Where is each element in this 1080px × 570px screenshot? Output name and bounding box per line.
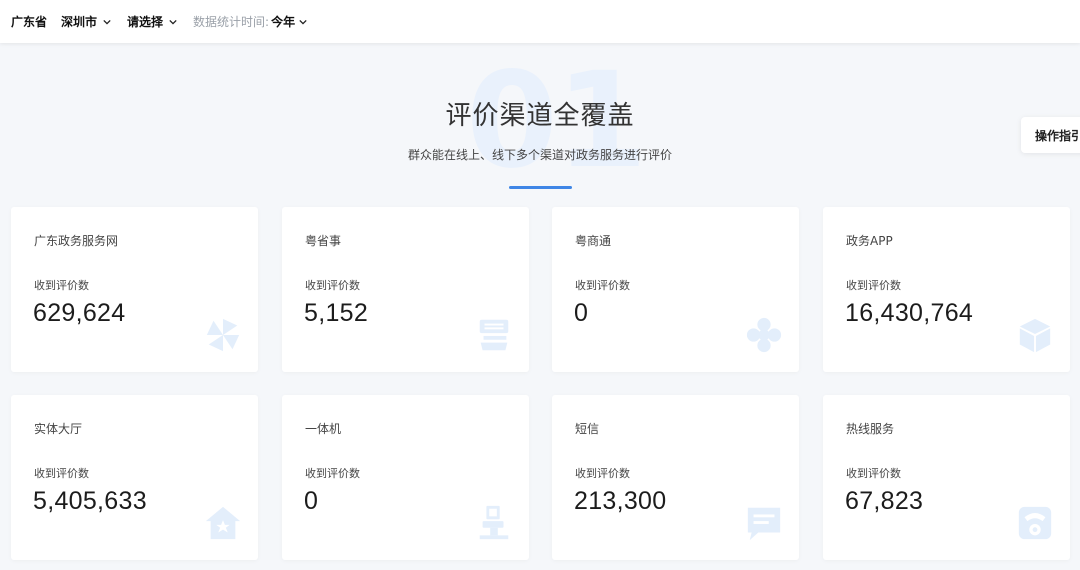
- channel-card[interactable]: 粤商通 收到评价数 0: [552, 207, 799, 372]
- kiosk-icon: [479, 505, 509, 540]
- review-count: 0: [574, 299, 589, 327]
- yue-app-icon: [479, 319, 509, 351]
- section-header: 01 评价渠道全覆盖 群众能在线上、线下多个渠道对政务服务进行评价: [0, 43, 1080, 203]
- channel-name: 短信: [575, 422, 600, 436]
- chevron-down-icon: [169, 19, 177, 25]
- count-caption: 收到评价数: [34, 467, 89, 480]
- pinwheel-icon: [206, 318, 240, 352]
- chevron-down-icon: [103, 19, 111, 25]
- province-label: 广东省: [11, 15, 48, 29]
- review-count: 5,152: [304, 299, 369, 327]
- channel-name: 一体机: [305, 422, 342, 436]
- count-caption: 收到评价数: [305, 279, 360, 292]
- cube-icon: [1019, 318, 1051, 353]
- telephone-icon: [1018, 506, 1052, 540]
- channel-card[interactable]: 粤省事 收到评价数 5,152: [282, 207, 529, 372]
- channel-card[interactable]: 政务APP 收到评价数 16,430,764: [823, 207, 1070, 372]
- count-caption: 收到评价数: [575, 279, 630, 292]
- message-icon: [747, 507, 781, 541]
- channel-card[interactable]: 热线服务 收到评价数 67,823: [823, 395, 1070, 560]
- section-title: 评价渠道全覆盖: [445, 101, 635, 131]
- review-count: 67,823: [845, 487, 924, 515]
- count-caption: 收到评价数: [34, 279, 89, 292]
- channel-card[interactable]: 短信 收到评价数 213,300: [552, 395, 799, 560]
- review-count: 629,624: [33, 299, 126, 327]
- channel-card[interactable]: 实体大厅 收到评价数 5,405,633: [11, 395, 258, 560]
- city-label: 深圳市: [61, 15, 98, 29]
- city-select[interactable]: 深圳市: [61, 13, 111, 30]
- district-label: 请选择: [127, 15, 164, 29]
- province-select[interactable]: 广东省: [11, 13, 47, 30]
- guide-button[interactable]: 操作指引: [1021, 117, 1080, 153]
- channel-name: 政务APP: [846, 234, 893, 248]
- count-caption: 收到评价数: [846, 467, 901, 480]
- time-label: 数据统计时间:: [193, 15, 270, 29]
- review-count: 0: [304, 487, 319, 515]
- review-count: 5,405,633: [33, 487, 147, 515]
- section-subtitle: 群众能在线上、线下多个渠道对政务服务进行评价: [407, 148, 672, 162]
- house-icon: [205, 506, 241, 540]
- count-caption: 收到评价数: [846, 279, 901, 292]
- filter-bar: 广东省 深圳市 请选择 数据统计时间: 今年: [0, 0, 1080, 43]
- channel-name: 热线服务: [846, 422, 895, 436]
- count-caption: 收到评价数: [305, 467, 360, 480]
- review-count: 16,430,764: [845, 299, 974, 327]
- chevron-down-icon: [299, 19, 307, 25]
- time-value: 今年: [271, 15, 296, 29]
- flower-icon: [746, 317, 782, 353]
- review-count: 213,300: [574, 487, 667, 515]
- channel-card[interactable]: 一体机 收到评价数 0: [282, 395, 529, 560]
- district-select[interactable]: 请选择: [127, 13, 177, 30]
- count-caption: 收到评价数: [575, 467, 630, 480]
- channel-name: 粤省事: [305, 234, 342, 248]
- channel-card[interactable]: 广东政务服务网 收到评价数 629,624: [11, 207, 258, 372]
- channel-name: 实体大厅: [34, 422, 83, 436]
- channel-name: 粤商通: [575, 234, 612, 248]
- channel-name: 广东政务服务网: [34, 234, 119, 248]
- time-select[interactable]: 今年: [271, 13, 307, 30]
- title-underline: [509, 186, 572, 189]
